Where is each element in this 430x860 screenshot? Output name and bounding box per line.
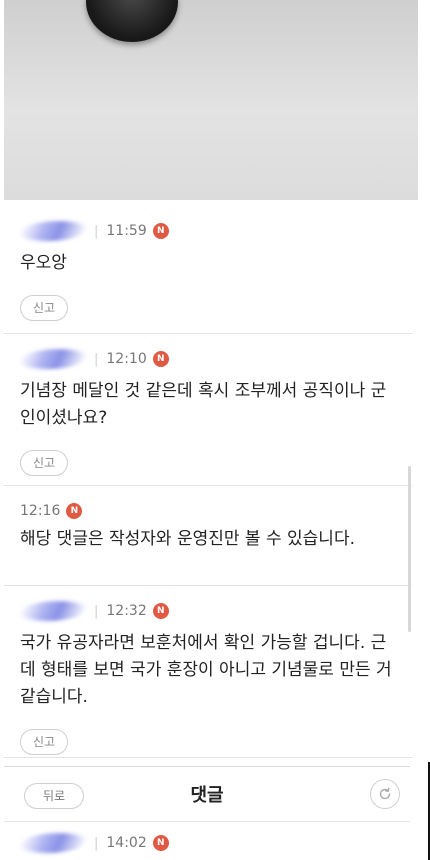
blurred-author-name [15,601,91,621]
comment-time: 11:59 [106,223,147,239]
new-badge-icon: N [152,223,169,239]
back-button[interactable]: 뒤로 [24,783,84,809]
report-button[interactable]: 신고 [20,295,68,321]
scrollbar[interactable] [408,466,411,632]
partial-comment-item: | 14:02 N [4,822,410,860]
blurred-author-name [15,349,91,369]
comment-bottom-bar: 뒤로 댓글 [4,766,410,822]
new-badge-icon: N [66,503,83,519]
comment-text: 해당 댓글은 작성자와 운영진만 볼 수 있습니다. [20,529,355,549]
comment-item-hidden: 12:16 N 해당 댓글은 작성자와 운영진만 볼 수 있습니다. [4,486,412,586]
new-badge-icon: N [152,835,169,851]
comment-text: 기념장 메달인 것 같은데 혹시 조부께서 공직이나 군인이셨나요? [20,381,387,428]
comment-meta: | 14:02 N [15,822,394,856]
comment-time: 14:02 [106,835,147,851]
comment-meta: | 11:59 N [15,206,396,250]
report-button[interactable]: 신고 [20,729,68,755]
comment-text: 우오앙 [20,253,67,273]
medal-image [86,0,178,42]
new-badge-icon: N [152,603,169,619]
post-photo [4,0,418,200]
comment-item: | 11:59 N 우오앙 신고 [4,206,412,334]
meta-separator: | [94,351,99,367]
comment-text: 국가 유공자라면 보훈처에서 확인 가능할 겁니다. 근데 형태를 보면 국가 … [20,633,392,707]
new-badge-icon: N [152,351,169,367]
refresh-button[interactable] [370,779,400,809]
meta-separator: | [94,223,99,239]
blurred-author-name [15,221,91,241]
comment-time: 12:16 [20,503,61,519]
comment-item: | 12:10 N 기념장 메달인 것 같은데 혹시 조부께서 공직이나 군인이… [4,334,412,486]
comment-time: 12:10 [106,351,147,367]
comment-meta: 12:16 N [20,486,396,526]
report-button[interactable]: 신고 [20,450,68,476]
comment-meta: | 12:32 N [15,586,396,630]
comment-time: 12:32 [106,603,147,619]
comments-title: 댓글 [190,785,224,806]
meta-separator: | [94,603,99,619]
comment-list: | 11:59 N 우오앙 신고 | 12:10 N 기념장 메달인 것 같은데… [4,206,412,758]
comment-item: | 12:32 N 국가 유공자라면 보훈처에서 확인 가능할 겁니다. 근데 … [4,586,412,758]
meta-separator: | [94,835,99,851]
comment-meta: | 12:10 N [15,334,396,378]
refresh-icon [379,787,391,800]
blurred-author-name [15,833,91,853]
